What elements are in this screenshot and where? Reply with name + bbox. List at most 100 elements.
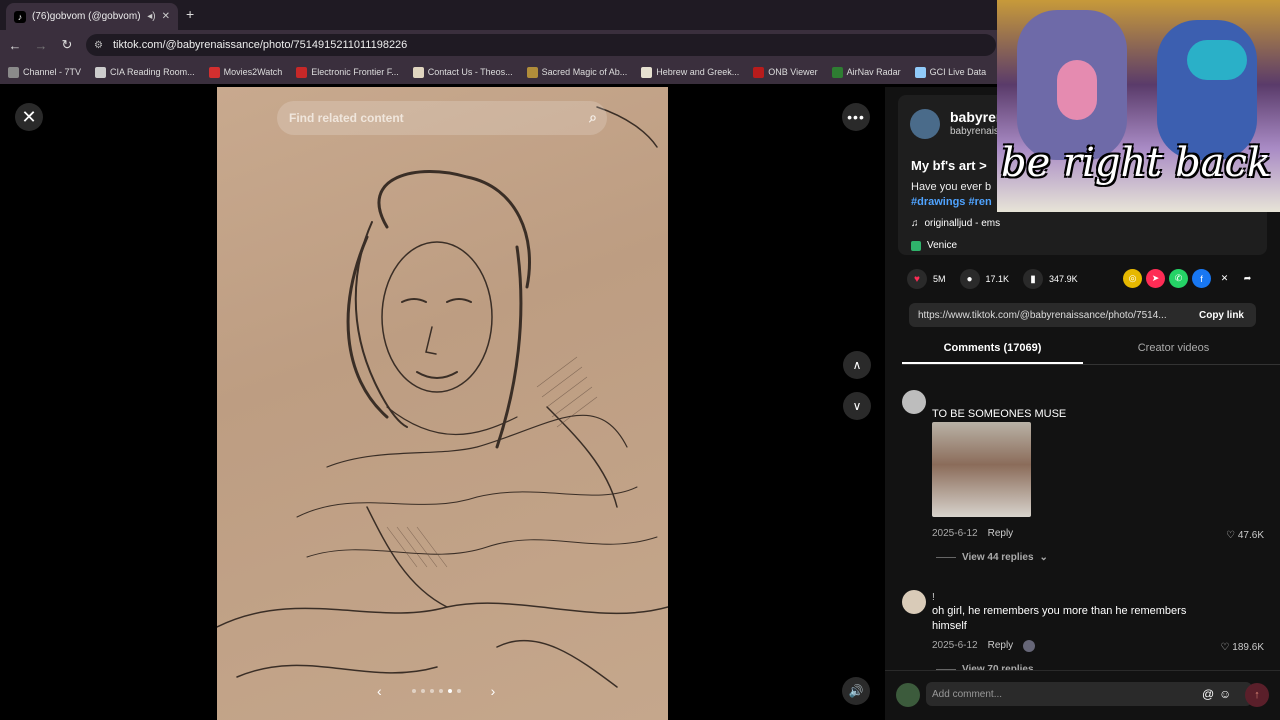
comment-button[interactable]: ● 17.1K (959, 269, 1009, 289)
user-avatar[interactable] (896, 683, 920, 707)
bookmark-item[interactable]: Sacred Magic of Ab... (526, 66, 628, 78)
bookmark-item[interactable]: Movies2Watch (208, 66, 282, 78)
heart-outline-icon: ♡ (1226, 530, 1236, 541)
tiktok-icon: ♪ (14, 10, 26, 23)
post-link[interactable]: https://www.tiktok.com/@babyrenaissance/… (918, 310, 1188, 321)
send-to-friends-icon[interactable]: ➤ (1146, 269, 1165, 288)
new-tab-button[interactable]: + (186, 6, 194, 22)
comment-like-count: 47.6K (1237, 530, 1264, 541)
send-comment-button[interactable]: ↑ (1245, 683, 1269, 707)
next-post-button[interactable]: ∨ (843, 392, 871, 420)
carousel-dot[interactable] (429, 689, 434, 693)
bookmark-item[interactable]: Channel - 7TV (8, 66, 82, 78)
bookmark-item[interactable]: Contact Us - Theos... (412, 66, 513, 78)
bookmark-label: ONB Viewer (768, 67, 818, 77)
comment-like-button[interactable]: ♡ 189.6K (1221, 642, 1264, 653)
mention-icon[interactable]: @ (1202, 687, 1214, 701)
close-icon: ✕ (21, 106, 37, 127)
commenter-avatar[interactable] (902, 590, 926, 614)
save-button[interactable]: ▮ 347.9K (1023, 269, 1078, 289)
search-placeholder: Find related content (289, 111, 404, 125)
pencil-sketch-image (217, 106, 668, 688)
bookmark-favicon-icon (526, 66, 538, 78)
chevron-down-icon: ⌄ (1039, 552, 1048, 563)
copy-link-button[interactable]: Copy link (1199, 310, 1244, 321)
search-icon[interactable]: ⌕ (589, 109, 597, 126)
location-name: Venice (927, 240, 958, 251)
address-bar[interactable]: ⚙ tiktok.com/@babyrenaissance/photo/7514… (86, 34, 996, 56)
comment-meta: 2025-6-12 Reply (932, 640, 1036, 652)
commenter-name[interactable]: ! (932, 592, 935, 603)
carousel-dot[interactable] (411, 689, 416, 693)
bookmark-favicon-icon (208, 66, 220, 78)
share-icons: ◎ ➤ ✆ f ✕ ➦ (1123, 269, 1257, 288)
bookmark-favicon-icon (753, 66, 765, 78)
comment-icon: ● (959, 269, 980, 289)
location-link[interactable]: Venice (911, 240, 957, 251)
bookmark-item[interactable]: AirNav Radar (831, 66, 901, 78)
comment-text: TO BE SOMEONES MUSE (932, 408, 1067, 420)
bookmark-favicon-icon (296, 66, 308, 78)
tab-creator-videos[interactable]: Creator videos (1083, 335, 1264, 364)
close-button[interactable]: ✕ (15, 103, 43, 131)
bookmark-item[interactable]: GCI Live Data (914, 66, 987, 78)
bookmark-item[interactable]: Electronic Frontier F... (296, 66, 399, 78)
music-link[interactable]: ♫ originalljud - ems (911, 218, 1000, 229)
cartoon-detail (1057, 60, 1097, 120)
reply-button[interactable]: Reply (988, 640, 1014, 652)
forward-icon[interactable]: → (28, 38, 54, 53)
music-title: originalljud - ems (924, 218, 1001, 229)
previous-post-button[interactable]: ∧ (843, 351, 871, 379)
comment-text: oh girl, he remembers you more than he r… (932, 605, 1187, 632)
close-tab-icon[interactable]: ✕ (162, 11, 170, 22)
cartoon-detail (1187, 40, 1247, 80)
comment-item: TO BE SOMEONES MUSE 2025-6-12 Reply ♡ 47… (902, 390, 1264, 570)
carousel-dot[interactable] (438, 689, 443, 693)
carousel-controls: ‹ › (377, 683, 495, 699)
bookmark-icon: ▮ (1023, 269, 1044, 289)
reload-icon[interactable]: ↻ (54, 37, 80, 53)
bookmark-item[interactable]: Hebrew and Greek... (641, 66, 739, 78)
author-name[interactable]: babyrer (950, 109, 1001, 125)
carousel-dot[interactable] (420, 689, 425, 693)
bookmark-label: Electronic Frontier F... (311, 67, 399, 77)
embed-icon[interactable]: ◎ (1123, 269, 1142, 288)
view-replies-button[interactable]: View 44 replies ⌄ (936, 552, 1048, 563)
reply-button[interactable]: Reply (988, 528, 1014, 539)
post-hashtags[interactable]: #drawings #ren (911, 196, 992, 208)
back-icon[interactable]: ← (2, 38, 28, 53)
speaker-icon[interactable]: ◂) (147, 11, 155, 22)
bookmark-item[interactable]: ONB Viewer (753, 66, 818, 78)
divider (936, 557, 956, 558)
search-input[interactable]: Find related content ⌕ (277, 101, 607, 135)
bookmark-favicon-icon (831, 66, 843, 78)
author-avatar[interactable] (910, 109, 940, 139)
site-info-icon[interactable]: ⚙ (94, 40, 103, 51)
bookmark-label: Channel - 7TV (23, 67, 82, 77)
volume-button[interactable]: 🔊 (842, 677, 870, 705)
comment-image[interactable] (932, 422, 1031, 517)
emoji-icon[interactable]: ☺ (1219, 687, 1231, 701)
carousel-dot[interactable] (447, 689, 452, 693)
x-icon[interactable]: ✕ (1215, 269, 1234, 288)
bookmark-item[interactable]: CIA Reading Room... (95, 66, 195, 78)
comment-like-button[interactable]: ♡ 47.6K (1226, 530, 1264, 541)
facebook-icon[interactable]: f (1192, 269, 1211, 288)
like-button[interactable]: ♥ 5M (907, 269, 946, 289)
bookmark-label: Contact Us - Theos... (427, 67, 513, 77)
save-count: 347.9K (1049, 274, 1078, 284)
carousel-next-icon[interactable]: › (491, 683, 496, 699)
comment-placeholder: Add comment... (932, 688, 1003, 700)
author-handle[interactable]: babyrenais (950, 126, 999, 137)
browser-tab[interactable]: ♪ (76)gobvom (@gobvom) | T ◂) ✕ (6, 3, 178, 30)
whatsapp-icon[interactable]: ✆ (1169, 269, 1188, 288)
share-icon[interactable]: ➦ (1238, 269, 1257, 288)
bookmark-favicon-icon (641, 66, 653, 78)
carousel-dot[interactable] (456, 689, 461, 693)
commenter-avatar[interactable] (902, 390, 926, 414)
carousel-prev-icon[interactable]: ‹ (377, 683, 382, 699)
bookmark-label: GCI Live Data (929, 67, 987, 77)
more-options-button[interactable]: ••• (842, 103, 870, 131)
bookmark-label: Sacred Magic of Ab... (541, 67, 628, 77)
tab-comments[interactable]: Comments (17069) (902, 335, 1083, 364)
